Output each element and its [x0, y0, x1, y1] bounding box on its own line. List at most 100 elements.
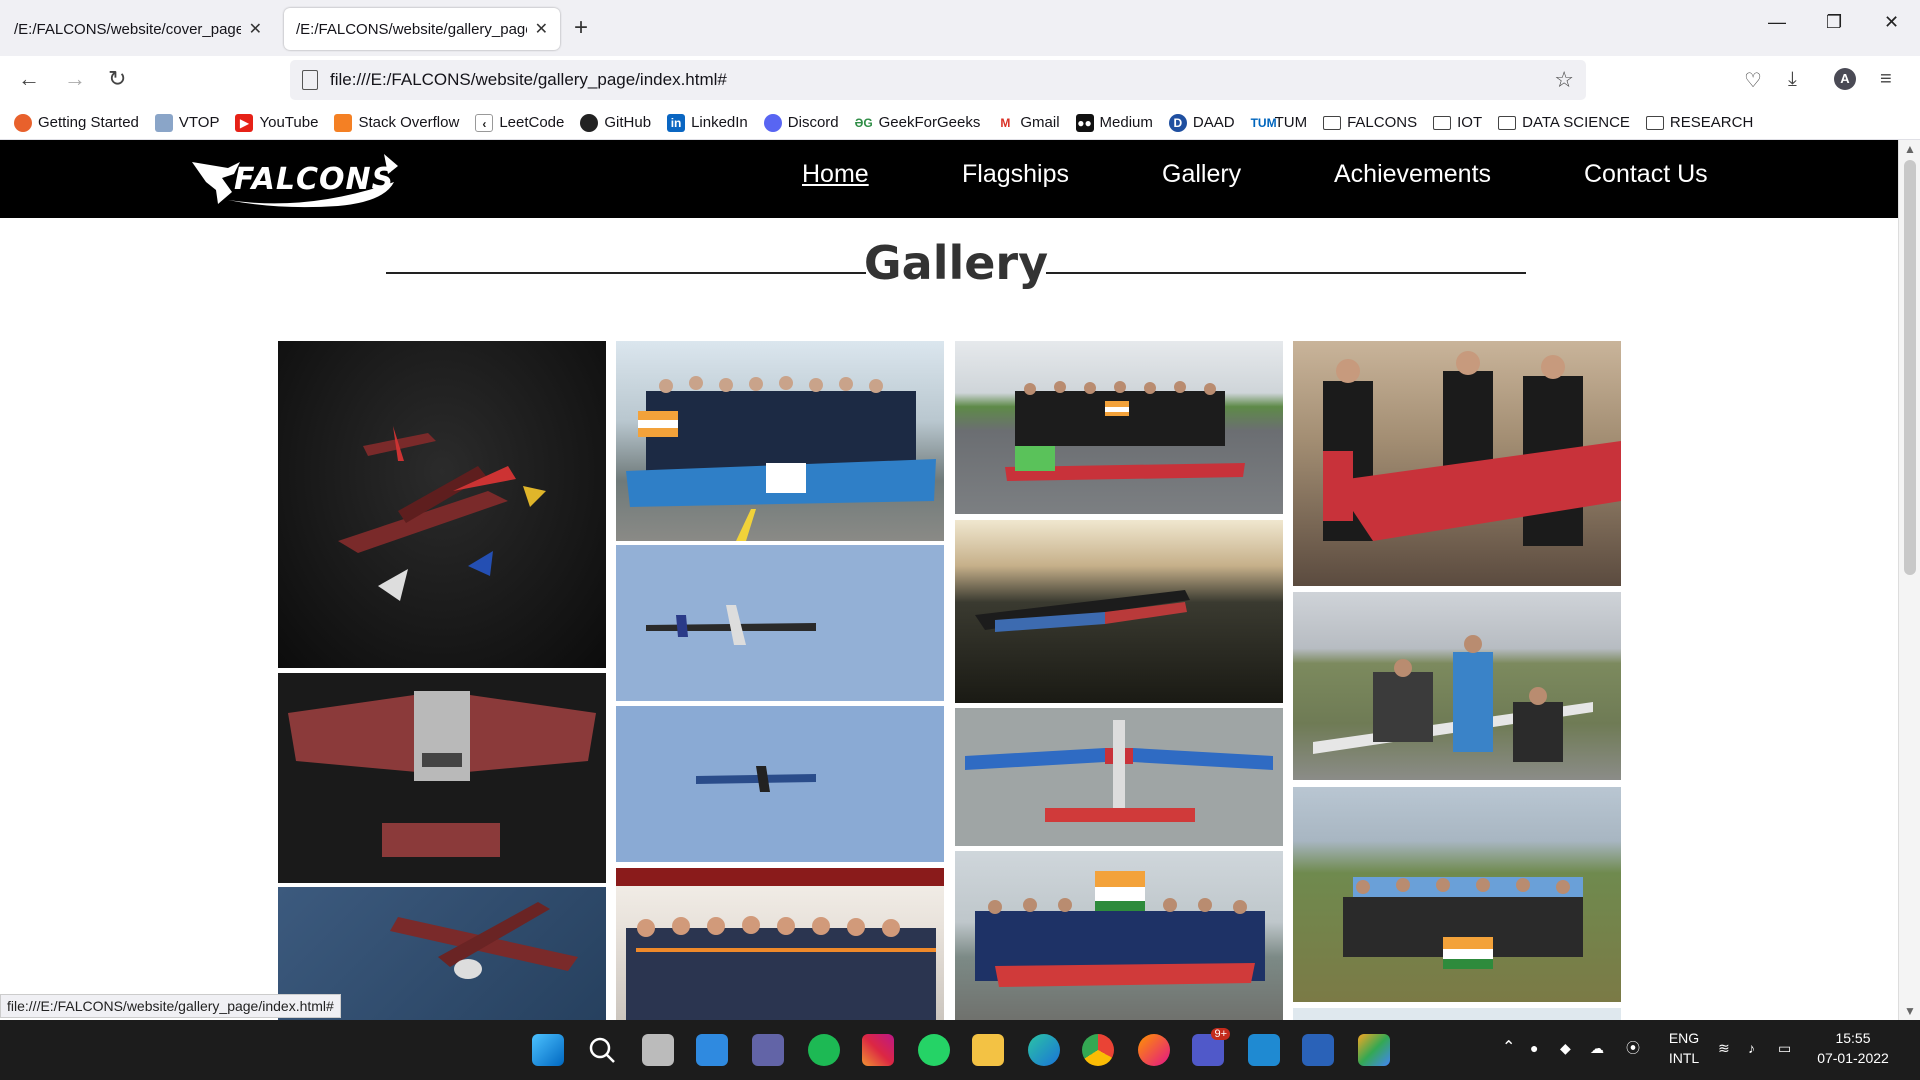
minimize-icon[interactable]: — — [1768, 12, 1786, 33]
spotify-icon[interactable] — [808, 1034, 840, 1066]
close-icon[interactable]: ✕ — [249, 19, 262, 39]
window-close-icon[interactable]: ✕ — [1884, 12, 1899, 33]
photo-team-runway[interactable] — [955, 341, 1283, 514]
task-view-icon[interactable] — [642, 1034, 674, 1066]
nav-achievements[interactable]: Achievements — [1334, 160, 1491, 189]
bookmark-medium[interactable]: ●● Medium — [1075, 113, 1153, 132]
chrome-icon[interactable] — [1082, 1034, 1114, 1066]
search-icon[interactable] — [586, 1034, 618, 1066]
menu-icon[interactable]: ≡ — [1880, 68, 1892, 91]
close-icon[interactable]: ✕ — [535, 19, 548, 39]
file-explorer-icon[interactable] — [972, 1034, 1004, 1066]
whatsapp-icon[interactable] — [918, 1034, 950, 1066]
photo-team-school[interactable] — [616, 868, 944, 1020]
bookmark-gmail[interactable]: M Gmail — [996, 113, 1060, 132]
photo-aircraft-render-dark[interactable] — [278, 341, 606, 668]
team-airavat-image — [626, 376, 936, 541]
photo-field-assembly[interactable] — [1293, 592, 1621, 780]
restore-icon[interactable]: ❐ — [1826, 12, 1842, 33]
page-icon — [302, 70, 318, 90]
bookmark-daad[interactable]: D DAAD — [1168, 113, 1235, 132]
firefox-taskbar-icon[interactable] — [1138, 1034, 1170, 1066]
reload-icon[interactable]: ↻ — [108, 66, 126, 92]
vulcan-render-image — [288, 691, 596, 857]
team-field-image — [1343, 877, 1583, 969]
youtube-icon: ▶ — [235, 113, 254, 132]
photo-plane-sky-1[interactable] — [616, 545, 944, 701]
photo-team-airavat[interactable] — [616, 341, 944, 541]
tab-gallery-page[interactable]: /E:/FALCONS/website/gallery_page/ ✕ — [284, 8, 560, 50]
forward-icon[interactable]: → — [64, 66, 86, 92]
tab-cover-page[interactable]: /E:/FALCONS/website/cover_page/i ✕ — [2, 8, 274, 50]
bookmark-folder-iot[interactable]: IOT — [1433, 114, 1482, 131]
scroll-down-icon[interactable]: ▼ — [1904, 1004, 1916, 1018]
scroll-up-icon[interactable]: ▲ — [1904, 142, 1916, 156]
photo-team-flag[interactable] — [955, 851, 1283, 1020]
back-icon[interactable]: ← — [18, 66, 40, 92]
battery-icon[interactable]: ▭ — [1778, 1038, 1791, 1058]
photo-plane-on-ground[interactable] — [955, 708, 1283, 846]
team-school-image — [616, 868, 944, 1020]
new-tab-icon[interactable]: + — [574, 14, 588, 42]
bookmark-discord[interactable]: Discord — [763, 113, 839, 132]
bookmark-stack-overflow[interactable]: Stack Overflow — [334, 113, 459, 132]
microphone-icon[interactable]: ⦿ — [1626, 1038, 1640, 1058]
tray-overflow-icon[interactable]: ⌃ — [1502, 1038, 1515, 1058]
team-flag-image — [975, 871, 1265, 987]
bookmark-youtube[interactable]: ▶ YouTube — [235, 113, 318, 132]
bookmark-vtop[interactable]: VTOP — [154, 113, 219, 132]
bookmark-star-icon[interactable]: ☆ — [1554, 67, 1574, 93]
bookmark-folder-falcons[interactable]: FALCONS — [1323, 114, 1417, 131]
windows-start-icon[interactable] — [532, 1034, 564, 1066]
folder-icon — [1645, 115, 1664, 130]
falcons-logo[interactable]: FALCONS — [188, 152, 404, 208]
url-bar[interactable]: file:///E:/FALCONS/website/gallery_page/… — [290, 60, 1586, 100]
bookmark-geekforgeeks[interactable]: ƏG GeekForGeeks — [854, 113, 980, 132]
language-bottom: INTL — [1668, 1050, 1700, 1066]
bookmark-folder-data-science[interactable]: DATA SCIENCE — [1498, 114, 1630, 131]
photo-expo-vit-213[interactable] — [1293, 341, 1621, 586]
language-indicator[interactable]: ENG INTL — [1666, 1028, 1702, 1068]
bookmark-linkedin[interactable]: in LinkedIn — [667, 113, 748, 132]
volume-icon[interactable]: ♪ — [1748, 1038, 1755, 1058]
account-avatar[interactable]: A — [1834, 68, 1856, 90]
pocket-icon[interactable]: ♡ — [1744, 68, 1762, 93]
scrollbar-thumb[interactable] — [1904, 160, 1916, 575]
page-scrollbar[interactable]: ▲ ▼ — [1898, 140, 1920, 1020]
teams-chat-icon[interactable] — [752, 1034, 784, 1066]
cloud-offline-icon[interactable]: ☁ — [1590, 1038, 1604, 1058]
dev-icon[interactable] — [1302, 1034, 1334, 1066]
edge-icon[interactable] — [1028, 1034, 1060, 1066]
photo-plane-dusk[interactable] — [955, 520, 1283, 703]
bookmark-github[interactable]: GitHub — [580, 113, 651, 132]
expo-vit-213-image — [1323, 351, 1621, 546]
clock[interactable]: 15:55 07-01-2022 — [1816, 1028, 1890, 1068]
bookmark-getting-started[interactable]: Getting Started — [14, 113, 139, 132]
teams-tray-icon[interactable]: ◆ — [1560, 1038, 1571, 1058]
nav-home[interactable]: Home — [802, 160, 869, 189]
gallery-heading: Gallery — [386, 228, 1526, 298]
url-text[interactable]: file:///E:/FALCONS/website/gallery_page/… — [330, 70, 727, 90]
nav-contact-us[interactable]: Contact Us — [1584, 160, 1708, 189]
page-title: Gallery — [863, 236, 1049, 290]
vscode-icon[interactable] — [1248, 1034, 1280, 1066]
instagram-icon[interactable] — [862, 1034, 894, 1066]
teams-icon[interactable]: 9+ — [1192, 1028, 1230, 1066]
widgets-icon[interactable] — [696, 1034, 728, 1066]
git-app-icon[interactable] — [1358, 1034, 1390, 1066]
bookmark-leetcode[interactable]: ‹ LeetCode — [475, 113, 564, 132]
linkedin-icon: in — [667, 113, 686, 132]
logo-text: FALCONS — [234, 162, 395, 197]
bookmark-folder-research[interactable]: RESEARCH — [1645, 114, 1753, 131]
photo-partial[interactable] — [1293, 1008, 1621, 1020]
nav-gallery[interactable]: Gallery — [1162, 160, 1241, 189]
download-icon[interactable]: ⤓ — [1788, 68, 1797, 91]
photo-vulcan-render[interactable] — [278, 673, 606, 883]
steam-icon[interactable]: ● — [1530, 1038, 1538, 1058]
aircraft-render-image — [338, 426, 546, 601]
photo-team-field[interactable] — [1293, 787, 1621, 1002]
nav-flagships[interactable]: Flagships — [962, 160, 1069, 189]
wifi-icon[interactable]: ≋ — [1718, 1038, 1730, 1058]
bookmark-tum[interactable]: TUM TUM — [1250, 113, 1307, 132]
photo-plane-sky-2[interactable] — [616, 706, 944, 862]
